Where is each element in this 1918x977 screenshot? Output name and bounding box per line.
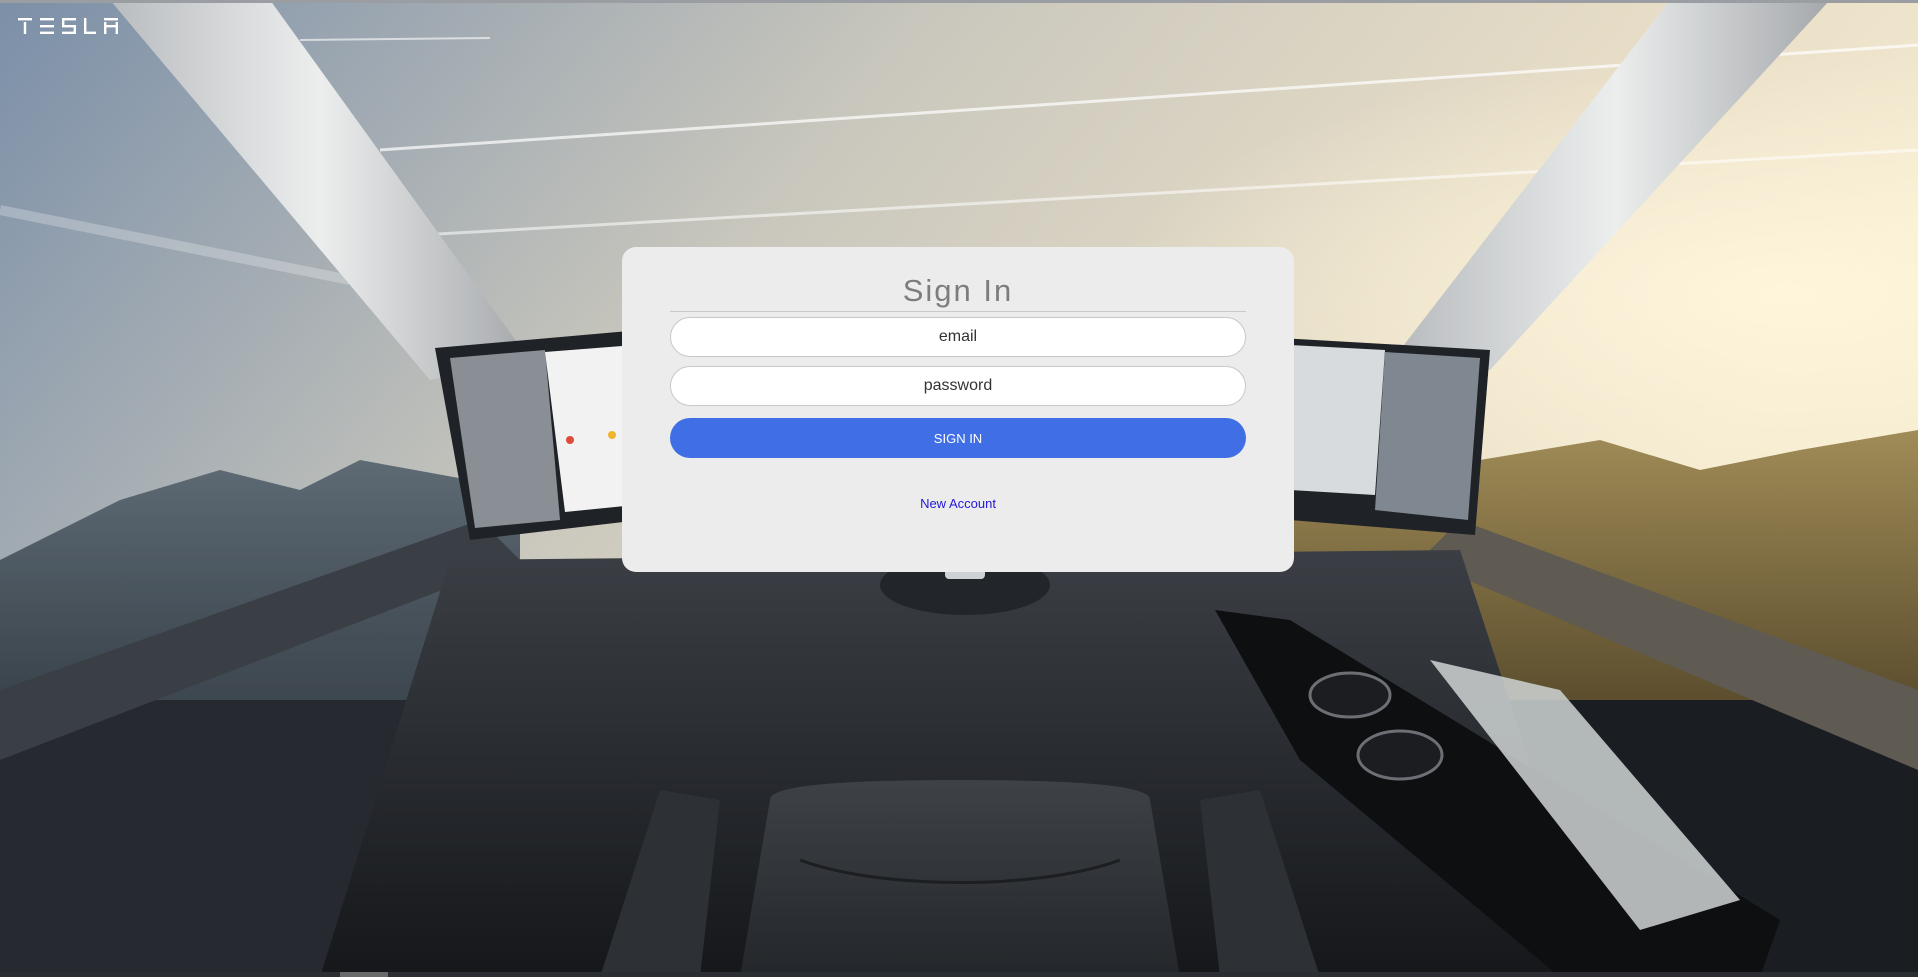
- page-title: Sign In: [902, 273, 1014, 308]
- scrollbar-thumb[interactable]: [340, 972, 388, 977]
- new-account-link[interactable]: New Account: [670, 496, 1246, 511]
- horizontal-scrollbar[interactable]: [0, 972, 1918, 977]
- sign-in-button[interactable]: SIGN IN: [670, 418, 1246, 458]
- page: Sign In SIGN IN New Account: [0, 0, 1918, 977]
- title-divider: [670, 311, 1246, 312]
- email-field[interactable]: [670, 317, 1246, 357]
- tesla-logo[interactable]: [18, 16, 120, 36]
- login-card: Sign In SIGN IN New Account: [622, 247, 1294, 572]
- password-field[interactable]: [670, 366, 1246, 406]
